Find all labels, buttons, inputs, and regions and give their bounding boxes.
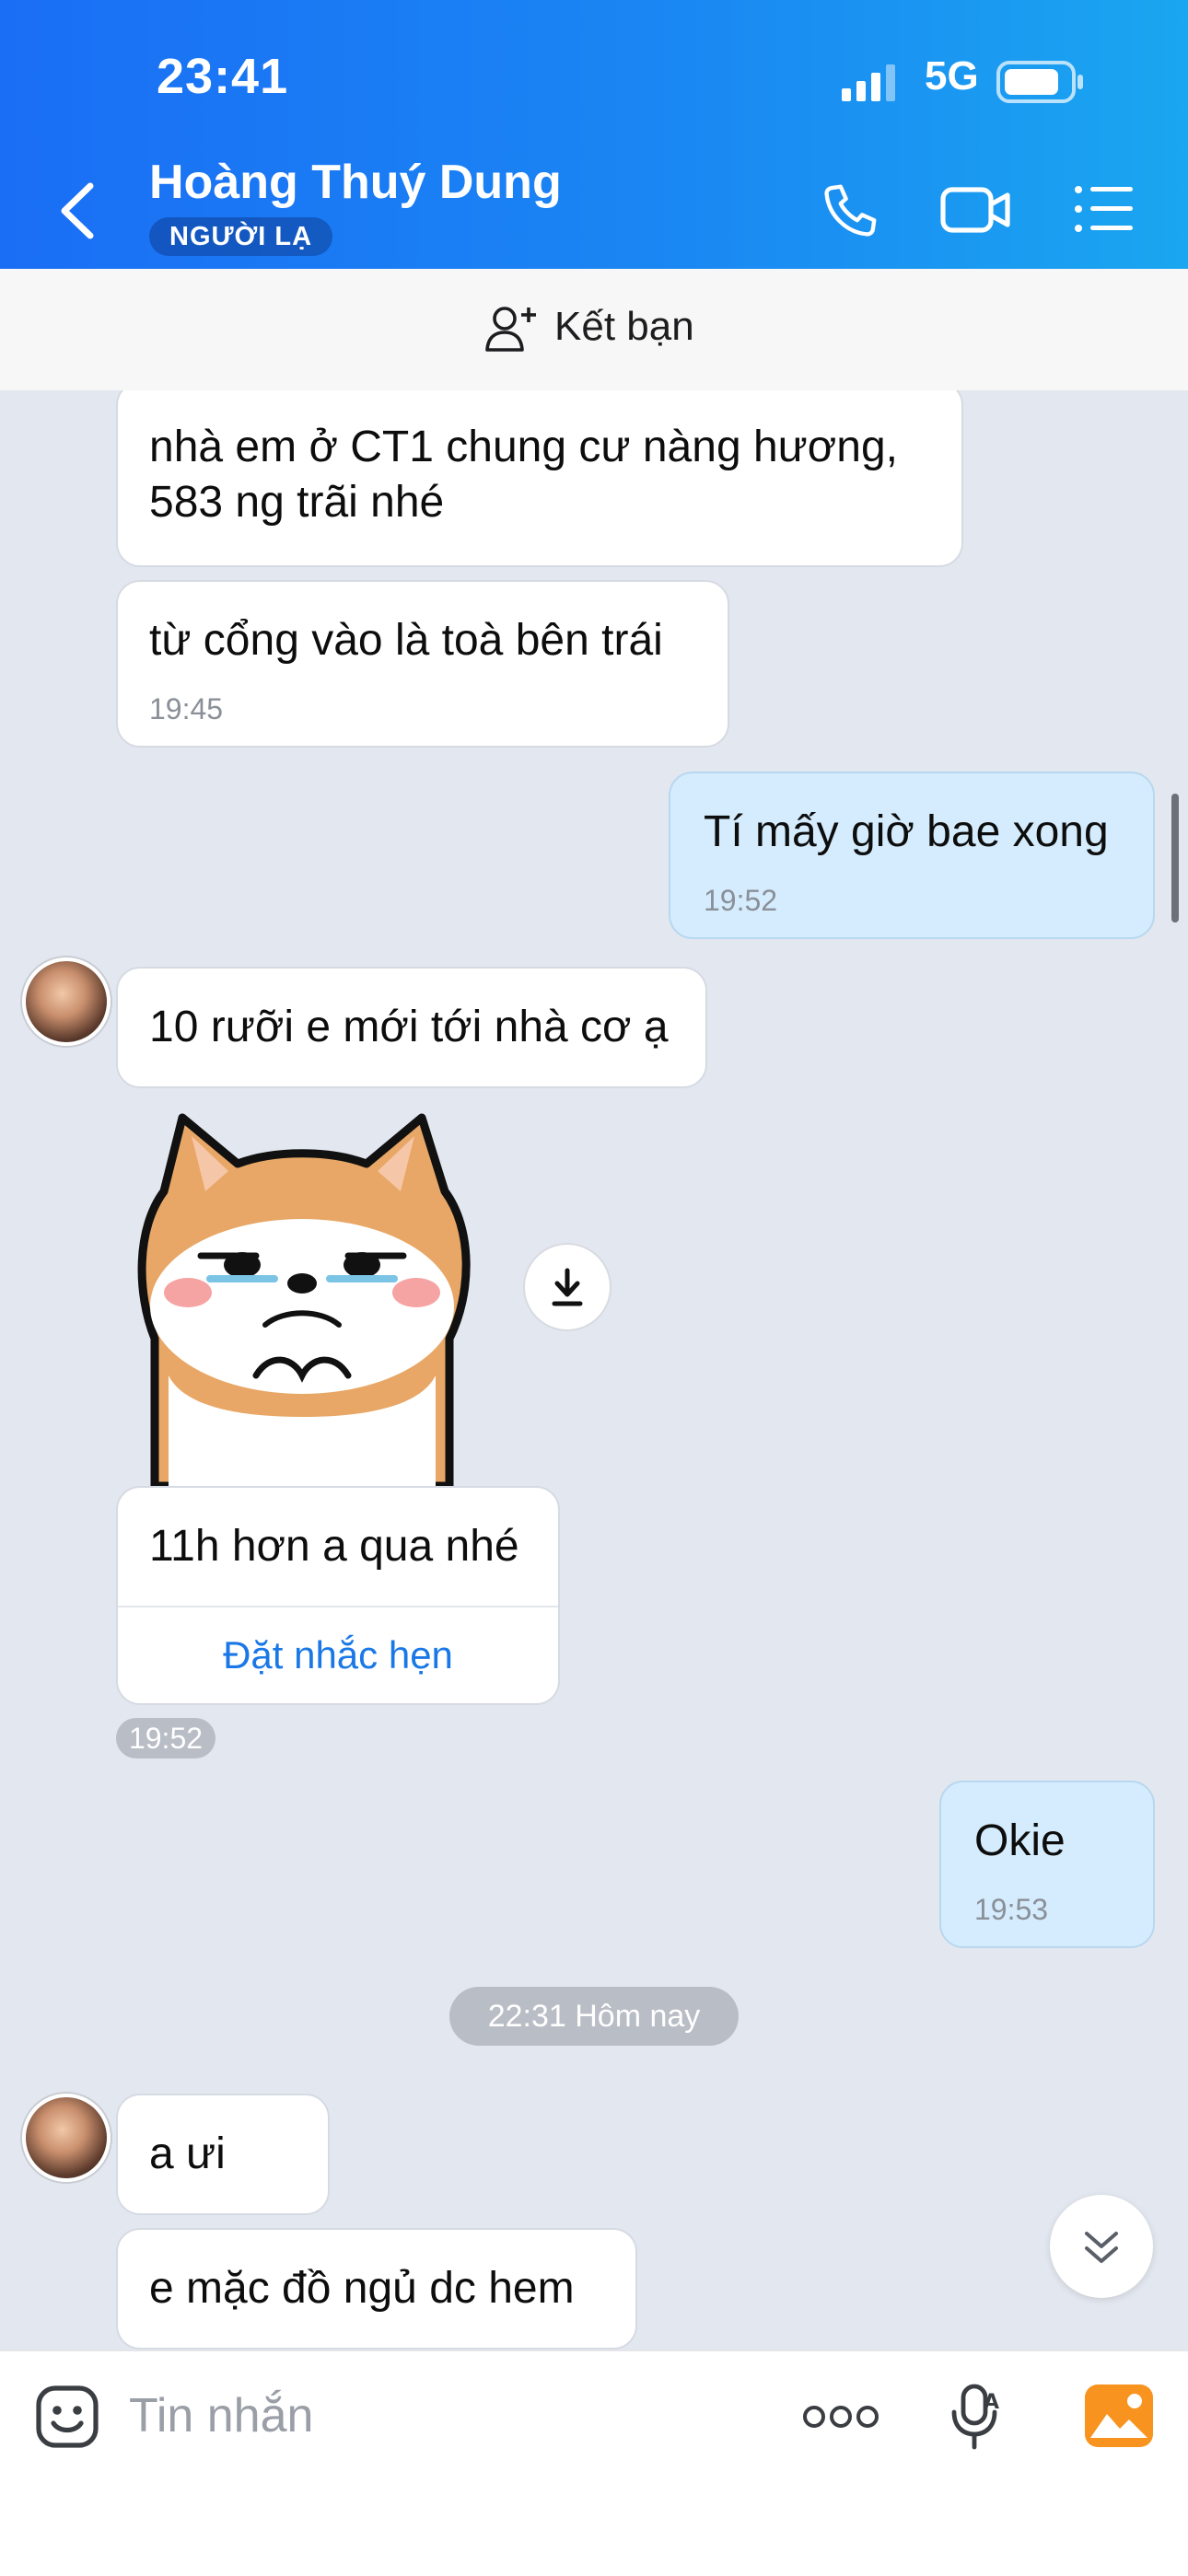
download-icon (552, 1268, 583, 1306)
message-text: nhà em ở CT1 chung cư nàng hương, (149, 423, 898, 471)
signal-icon (842, 64, 895, 101)
incoming-message[interactable]: 11h hơn a qua nhé Đặt nhắc hẹn (116, 1486, 560, 1705)
message-time: 19:52 (704, 884, 778, 917)
message-text: 10 rưỡi e mới tới nhà cơ ạ (149, 1003, 669, 1051)
message-text: e mặc đồ ngủ dc hem (149, 2264, 575, 2313)
message-text: Tí mấy giờ bae xong (704, 807, 1109, 856)
menu-list-icon[interactable] (1074, 184, 1135, 234)
message-text: a ưi (149, 2129, 226, 2178)
network-type: 5G (925, 53, 979, 99)
more-dots-icon[interactable] (801, 2403, 880, 2431)
gallery-icon[interactable] (1083, 2383, 1155, 2449)
outgoing-message[interactable]: Tí mấy giờ bae xong 19:52 (669, 772, 1155, 939)
outgoing-message[interactable]: Okie 19:53 (939, 1781, 1155, 1948)
phone-icon[interactable] (818, 179, 882, 243)
message-text: 583 ng trãi nhé (149, 478, 445, 527)
message-time: 19:45 (149, 692, 224, 725)
chat-area[interactable]: nhà em ở CT1 chung cư nàng hương, 583 ng… (0, 390, 1188, 2350)
back-chevron-icon[interactable] (55, 180, 101, 241)
svg-text:A: A (984, 2391, 999, 2414)
scroll-down-icon (1085, 2232, 1118, 2263)
message-text: từ cổng vào là toà bên trái (149, 616, 663, 665)
incoming-message[interactable]: 10 rưỡi e mới tới nhà cơ ạ (116, 967, 707, 1088)
video-call-icon[interactable] (939, 180, 1013, 239)
download-sticker-button[interactable] (523, 1243, 611, 1331)
date-separator: 22:31 Hôm nay (449, 1987, 739, 2046)
scroll-down-button[interactable] (1050, 2195, 1153, 2298)
message-text: 11h hơn a qua nhé (149, 1522, 519, 1571)
chat-header: 23:41 5G Hoàng Thuý Dung NGƯỜI LẠ (0, 0, 1188, 269)
incoming-message[interactable]: nhà em ở CT1 chung cư nàng hương, 583 ng… (116, 390, 963, 567)
battery-icon (996, 61, 1083, 103)
stranger-badge: NGƯỜI LẠ (149, 217, 333, 256)
incoming-message[interactable]: a ưi (116, 2094, 330, 2215)
contact-name[interactable]: Hoàng Thuý Dung (149, 155, 562, 210)
add-friend-label[interactable]: Kết bạn (554, 304, 694, 350)
message-input[interactable]: Tin nhắn (129, 2388, 313, 2443)
shiba-sticker[interactable] (127, 1099, 477, 1486)
scrollbar[interactable] (1171, 794, 1179, 922)
message-time: 19:52 (116, 1718, 215, 1758)
message-time: 19:53 (974, 1893, 1049, 1926)
voice-input-icon[interactable]: A (949, 2383, 1004, 2453)
contact-avatar[interactable] (22, 2094, 111, 2182)
incoming-message[interactable]: e mặc đồ ngủ dc hem (116, 2228, 637, 2350)
status-time: 23:41 (157, 49, 289, 104)
incoming-message[interactable]: từ cổng vào là toà bên trái 19:45 (116, 580, 729, 748)
add-friend-icon[interactable] (484, 304, 540, 354)
set-reminder-button[interactable]: Đặt nhắc hẹn (118, 1607, 558, 1703)
emoji-icon[interactable] (35, 2385, 99, 2449)
message-text: Okie (974, 1816, 1066, 1865)
message-input-bar (0, 2350, 1188, 2576)
contact-avatar[interactable] (22, 957, 111, 1046)
